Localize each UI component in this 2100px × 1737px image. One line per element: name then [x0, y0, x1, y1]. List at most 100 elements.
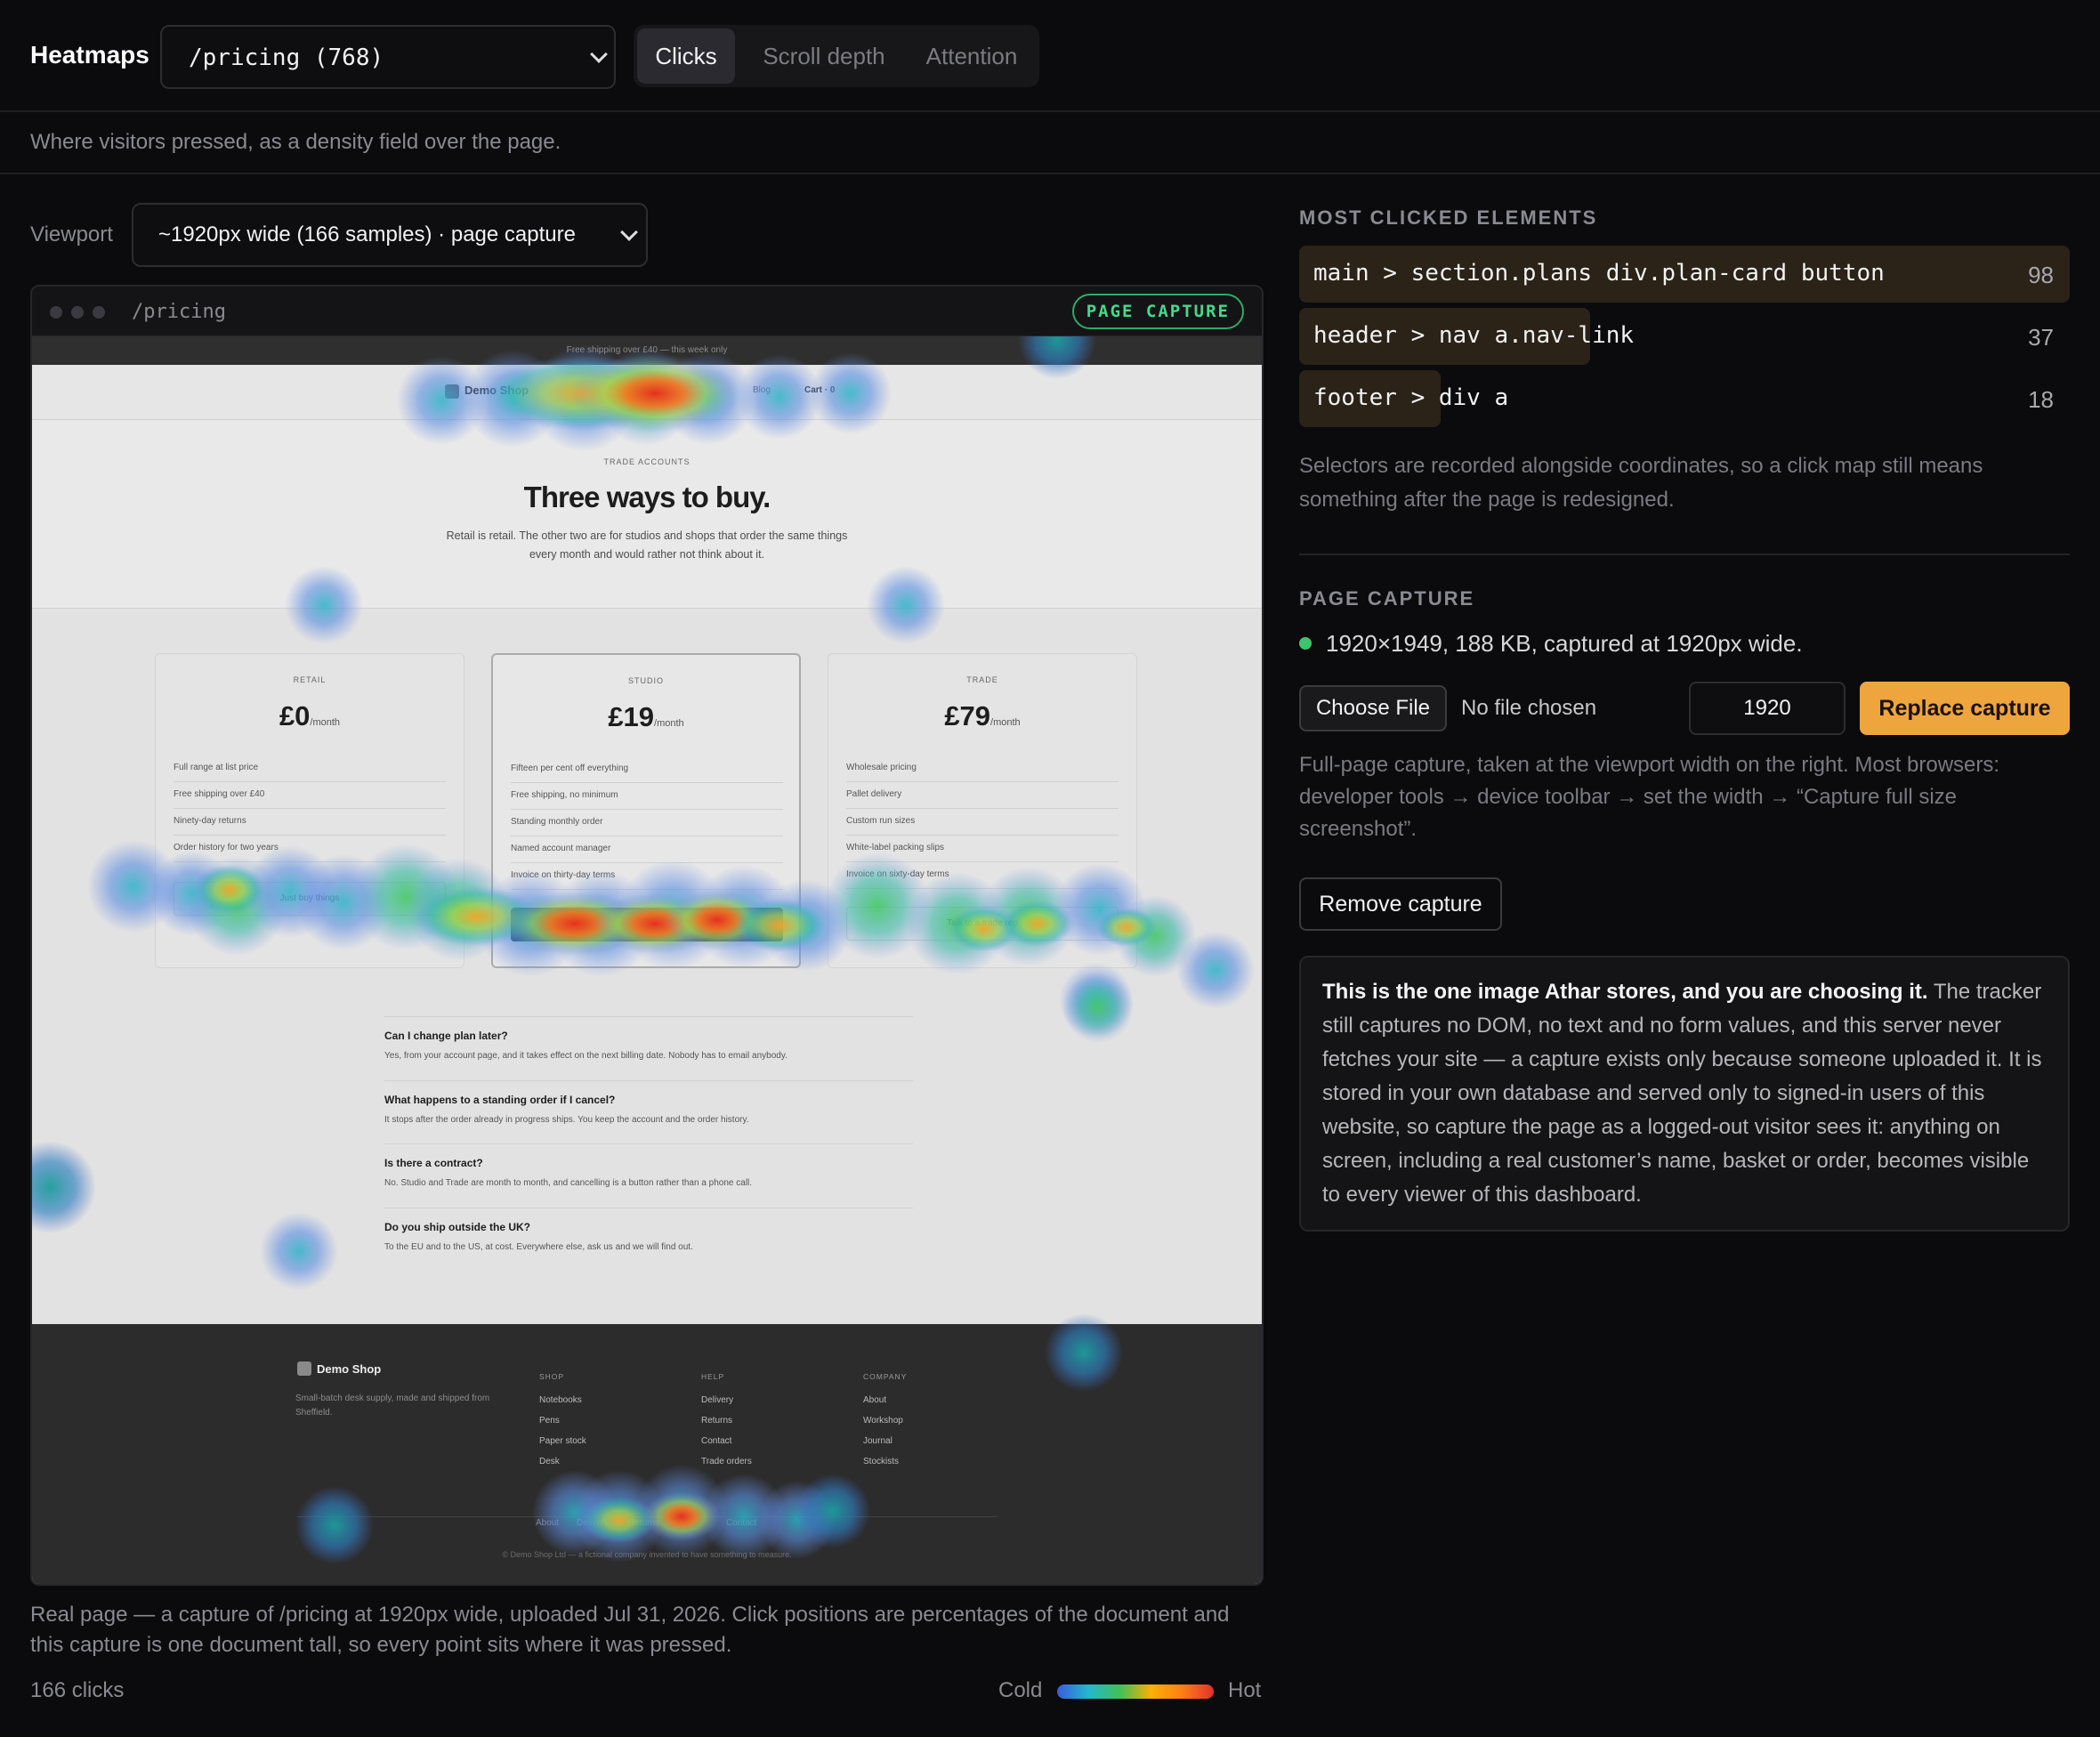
chevron-down-icon: [590, 45, 608, 63]
capture-plan-card: RETAIL £0/month Full range at list price…: [155, 653, 464, 968]
capture-width-input[interactable]: 1920: [1689, 682, 1846, 735]
footer-bottom-link: About: [536, 1518, 560, 1528]
plan-price: £19/month: [608, 701, 684, 732]
plan-feature: Free shipping over £40: [174, 782, 446, 809]
faq-question: Can I change plan later?: [384, 1030, 508, 1042]
selectors-note: Selectors are recorded alongside coordin…: [1299, 454, 1983, 512]
page-select-value: /pricing (768): [189, 44, 384, 71]
heatmap-viewport[interactable]: Free shipping over £40 — this week only …: [32, 336, 1262, 1584]
top-bar: Heatmaps /pricing (768) Clicks Scroll de…: [0, 0, 2100, 112]
plan-tier: RETAIL: [293, 675, 327, 684]
footer-link: Notebooks: [539, 1395, 582, 1405]
privacy-warning-strong: This is the one image Athar stores, and …: [1322, 980, 1928, 1004]
capture-nav-link: Blog: [753, 385, 771, 395]
faq-answer: It stops after the order already in prog…: [384, 1115, 749, 1125]
selector-count: 18: [2028, 386, 2054, 413]
window-dot-icon: [71, 306, 84, 319]
faq-question: Do you ship outside the UK?: [384, 1221, 530, 1233]
capture-plan-card-featured: STUDIO £19/month Fifteen per cent off ev…: [491, 653, 801, 968]
selector-count: 37: [2028, 324, 2054, 351]
footer-link: Pens: [539, 1416, 560, 1426]
capture-footer: Demo Shop Small-batch desk supply, made …: [32, 1324, 1262, 1584]
legend-hot-label: Hot: [1228, 1678, 1262, 1702]
plan-feature: Full range at list price: [174, 755, 446, 782]
plan-feature: Invoice on thirty-day terms: [511, 863, 783, 890]
capture-nav: Demo Shop Blog Cart · 0: [32, 365, 1262, 420]
page-select[interactable]: /pricing (768): [160, 25, 616, 89]
replace-capture-button[interactable]: Replace capture: [1860, 682, 2070, 735]
capture-faq-item: Is there a contract? No. Studio and Trad…: [384, 1143, 913, 1206]
plan-feature: Free shipping, no minimum: [511, 783, 783, 810]
choose-file-button[interactable]: Choose File: [1299, 685, 1447, 731]
footer-link: Contact: [701, 1436, 732, 1446]
selector-count: 98: [2028, 262, 2054, 288]
footer-col-heading: COMPANY: [863, 1372, 908, 1381]
remove-capture-button[interactable]: Remove capture: [1299, 877, 1502, 931]
capture-hero: TRADE ACCOUNTS Three ways to buy. Retail…: [32, 420, 1262, 609]
capture-footer-tagline: Small-batch desk supply, made and shippe…: [295, 1394, 490, 1418]
footer-link: Desk: [539, 1457, 560, 1466]
divider: [297, 1516, 997, 1517]
selector-row[interactable]: header > nav a.nav-link 37: [1299, 308, 2070, 365]
footer-link: Delivery: [701, 1395, 734, 1405]
capture-copyright: © Demo Shop Ltd — a fictional company in…: [502, 1550, 792, 1559]
plan-cta: [511, 908, 783, 941]
capture-faq-item: Do you ship outside the UK? To the EU an…: [384, 1208, 913, 1270]
faq-question: Is there a contract?: [384, 1157, 483, 1169]
capture-logo: Demo Shop: [464, 384, 529, 397]
selector-text: footer > div a: [1313, 384, 1509, 411]
footer-link: Trade orders: [701, 1457, 752, 1466]
faq-answer: Yes, from your account page, and it take…: [384, 1051, 788, 1061]
viewport-select-value: ~1920px wide (166 samples) · page captur…: [158, 222, 576, 246]
divider: [0, 173, 2100, 174]
footer-link: Workshop: [863, 1416, 903, 1426]
tab-scroll-depth[interactable]: Scroll depth: [744, 28, 904, 84]
plan-price: £79/month: [944, 700, 1021, 731]
capture-footer-logo: Demo Shop: [317, 1362, 382, 1376]
chevron-down-icon: [620, 223, 638, 241]
capture-caption: Real page — a capture of /pricing at 192…: [30, 1603, 1230, 1657]
page-capture-image: Free shipping over £40 — this week only …: [32, 336, 1262, 1584]
capture-lead: Retail is retail. The other two are for …: [446, 529, 848, 561]
plan-feature: Fifteen per cent off everything: [511, 756, 783, 783]
capture-faq-item: What happens to a standing order if I ca…: [384, 1080, 913, 1143]
plan-feature: Custom run sizes: [846, 809, 1119, 836]
footer-col-heading: HELP: [701, 1372, 725, 1381]
footer-link: Paper stock: [539, 1436, 586, 1446]
tab-clicks[interactable]: Clicks: [637, 28, 735, 84]
selector-row[interactable]: main > section.plans div.plan-card butto…: [1299, 246, 2070, 303]
most-clicked-heading: MOST CLICKED ELEMENTS: [1299, 206, 1598, 229]
privacy-warning: This is the one image Athar stores, and …: [1299, 956, 2070, 1232]
window-dot-icon: [93, 306, 105, 319]
capture-eyebrow: TRADE ACCOUNTS: [603, 457, 691, 466]
tab-attention[interactable]: Attention: [909, 28, 1034, 84]
browser-chrome: /pricing PAGE CAPTURE: [32, 287, 1262, 336]
selector-row[interactable]: footer > div a 18: [1299, 370, 2070, 427]
plan-price: £0/month: [279, 700, 341, 731]
footer-col-heading: SHOP: [539, 1372, 565, 1381]
capture-logo-icon: [445, 384, 459, 399]
plan-feature: Order history for two years: [174, 836, 446, 862]
heat-legend-gradient: [1057, 1684, 1214, 1699]
plan-feature: Named account manager: [511, 836, 783, 863]
clicks-count: 166 clicks: [30, 1678, 125, 1702]
capture-faq-item: Can I change plan later? Yes, from your …: [384, 1016, 913, 1079]
viewport-label: Viewport: [30, 222, 113, 246]
plan-feature: White-label packing slips: [846, 836, 1119, 862]
plan-feature: Standing monthly order: [511, 810, 783, 836]
selector-text: main > section.plans div.plan-card butto…: [1313, 260, 1885, 287]
privacy-warning-body: The tracker still captures no DOM, no te…: [1322, 980, 2042, 1207]
faq-question: What happens to a standing order if I ca…: [384, 1094, 616, 1106]
footer-link: Stockists: [863, 1457, 900, 1466]
window-dot-icon: [50, 306, 62, 319]
capture-nav-cart: Cart · 0: [804, 385, 836, 395]
capture-frame: /pricing PAGE CAPTURE Free shipping over…: [30, 285, 1264, 1586]
footer-bottom-link: Delivery: [577, 1518, 610, 1528]
plan-tier: STUDIO: [627, 676, 664, 685]
mode-tabs: Clicks Scroll depth Attention: [634, 25, 1039, 87]
footer-link: About: [863, 1395, 887, 1405]
faq-answer: No. Studio and Trade are month to month,…: [384, 1178, 753, 1188]
frame-path: /pricing: [132, 301, 226, 323]
viewport-select[interactable]: ~1920px wide (166 samples) · page captur…: [132, 203, 648, 267]
status-dot-icon: [1299, 637, 1312, 650]
